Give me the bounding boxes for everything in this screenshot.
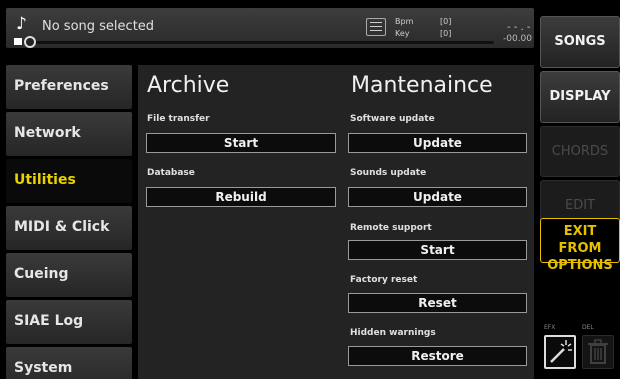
sidebar-item-utilities[interactable]: Utilities (6, 159, 132, 203)
hidden-warnings-label: Hidden warnings (350, 328, 436, 338)
chords-button: CHORDS (540, 126, 620, 177)
software-update-label: Software update (350, 114, 435, 124)
magic-wand-icon (550, 340, 572, 363)
factory-reset-button[interactable]: Reset (348, 293, 527, 313)
sidebar-item-cueing[interactable]: Cueing (6, 253, 132, 297)
file-transfer-label: File transfer (147, 114, 210, 124)
factory-reset-label: Factory reset (350, 275, 418, 285)
sidebar-item-midi-click[interactable]: MIDI & Click (6, 206, 132, 250)
remote-support-start-button[interactable]: Start (348, 240, 527, 260)
exit-options-button[interactable]: EXIT FROM OPTIONS (540, 218, 620, 273)
music-note-icon: ♪ (16, 14, 27, 34)
key-value: [0] (440, 29, 452, 38)
time-remaining: -00.00 (503, 34, 533, 44)
maintenance-title: Mantenaince (351, 73, 493, 98)
right-rail: SONGS DISPLAY CHORDS EDIT EXIT FROM OPTI… (540, 8, 620, 379)
bpm-label: Bpm (395, 17, 414, 26)
sidebar-item-preferences[interactable]: Preferences (6, 65, 132, 109)
exit-line-2: OPTIONS (547, 258, 613, 273)
del-label: DEL (582, 324, 594, 331)
file-transfer-start-button[interactable]: Start (146, 133, 336, 153)
sounds-update-button[interactable]: Update (348, 187, 527, 207)
database-rebuild-button[interactable]: Rebuild (146, 187, 336, 207)
delete-button (582, 335, 614, 369)
archive-title: Archive (147, 73, 230, 98)
sidebar-item-siae-log[interactable]: SIAE Log (6, 300, 132, 344)
song-title: No song selected (42, 19, 155, 34)
stop-indicator (14, 38, 22, 45)
software-update-button[interactable]: Update (348, 133, 527, 153)
song-status-bar: ♪ No song selected Bpm [0] Key [0] - - .… (6, 8, 534, 48)
utilities-panel: Archive File transfer Start Database Reb… (138, 65, 534, 379)
exit-line-1: EXIT FROM (558, 224, 602, 256)
display-button[interactable]: DISPLAY (540, 71, 620, 123)
songs-button[interactable]: SONGS (540, 16, 620, 68)
progress-knob[interactable] (24, 36, 36, 48)
time-placeholder: - - . - (507, 22, 531, 33)
database-label: Database (147, 168, 195, 178)
sounds-update-label: Sounds update (350, 168, 427, 178)
trash-icon (588, 339, 608, 364)
remote-support-label: Remote support (350, 223, 432, 233)
sidebar-item-system[interactable]: System (6, 347, 132, 379)
efx-label: EFX (544, 324, 556, 331)
sidebar-item-network[interactable]: Network (6, 112, 132, 156)
progress-track[interactable] (24, 41, 494, 44)
list-icon[interactable] (366, 18, 386, 36)
hidden-warnings-restore-button[interactable]: Restore (348, 346, 527, 366)
options-sidebar: Preferences Network Utilities MIDI & Cli… (6, 65, 132, 379)
key-label: Key (395, 29, 410, 38)
bpm-value: [0] (440, 17, 452, 26)
efx-button[interactable] (544, 335, 576, 369)
